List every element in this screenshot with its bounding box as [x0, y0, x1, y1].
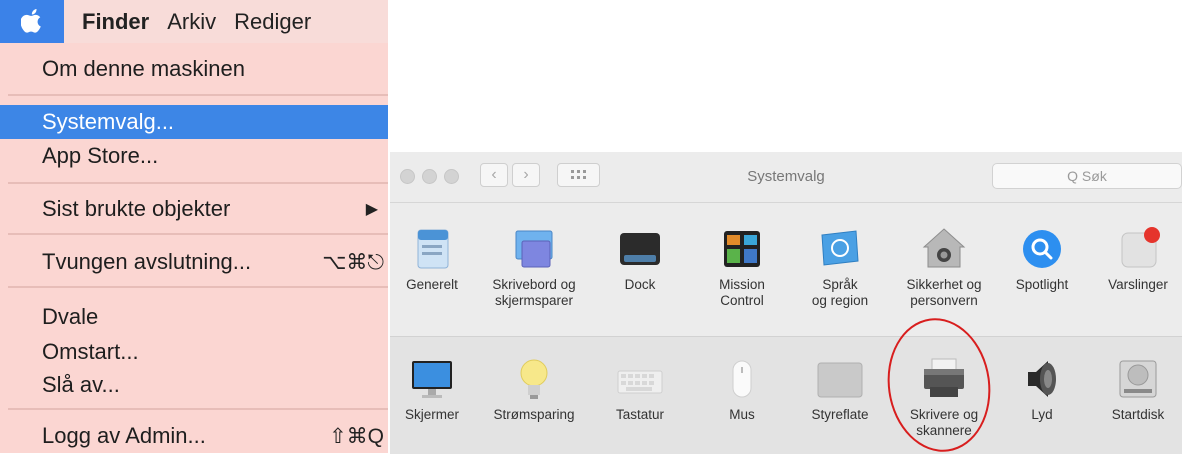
dock-icon [616, 227, 664, 271]
pref-energy-saver[interactable]: Strømsparing [490, 357, 578, 423]
chevron-right-icon: › [523, 166, 529, 183]
submenu-arrow-icon: ▶ [365, 201, 378, 218]
menu-separator [8, 94, 388, 96]
search-input[interactable]: Q Søk [992, 163, 1182, 189]
menu-item-label: Dvale [42, 304, 99, 329]
menu-separator [8, 233, 388, 235]
pref-label: Språk og region [811, 277, 869, 308]
pref-label: Mus [729, 407, 755, 422]
startup-disk-icon [1114, 357, 1162, 401]
notifications-icon [1114, 227, 1162, 271]
apple-menu: Om denne maskinen Systemvalg... App Stor… [0, 43, 388, 453]
menu-separator [8, 182, 388, 184]
pref-general[interactable]: Generelt [388, 227, 476, 293]
menu-item-label: App Store... [42, 143, 159, 168]
pref-label: Mission Control [719, 277, 765, 308]
apple-menu-button[interactable] [0, 0, 64, 43]
pref-label: Generelt [406, 277, 458, 292]
menu-item-restart[interactable]: Omstart... [0, 335, 388, 369]
close-window-button[interactable] [400, 169, 415, 184]
pref-label: Sikkerhet og personvern [906, 277, 982, 308]
pref-label: Lyd [1031, 407, 1053, 422]
pref-label: Skjermer [404, 407, 459, 422]
security-icon [920, 227, 968, 271]
menu-shortcut: ⇧⌘Q [329, 424, 384, 448]
desktop-icon [510, 227, 558, 271]
menu-item-label: Omstart... [42, 339, 139, 364]
pref-language-region[interactable]: Språk og region [796, 227, 884, 309]
menu-item-system-preferences[interactable]: Systemvalg... [0, 105, 388, 139]
system-preferences-window: ‹ › Systemvalg Q Søk Generelt Skrivebord… [390, 152, 1182, 454]
menu-item-force-quit[interactable]: Tvungen avslutning... ⌥⌘⎋ [0, 245, 388, 279]
pref-displays[interactable]: Skjermer [388, 357, 476, 423]
pref-desktop-screensaver[interactable]: Skrivebord og skjermsparer [490, 227, 578, 309]
general-icon [408, 227, 456, 271]
pref-label: Skrivere og skannere [909, 407, 979, 438]
menu-item-about[interactable]: Om denne maskinen [0, 52, 388, 86]
pref-sound[interactable]: Lyd [998, 357, 1086, 423]
pref-label: Styreflate [811, 407, 869, 422]
menu-item-label: Slå av... [42, 372, 120, 397]
pref-label: Startdisk [1111, 407, 1165, 422]
energy-saver-icon [510, 357, 558, 401]
menu-separator [8, 408, 388, 410]
menu-separator [8, 286, 388, 288]
pref-trackpad[interactable]: Styreflate [796, 357, 884, 423]
menubar-finder[interactable]: Finder [82, 9, 149, 35]
language-region-icon [816, 227, 864, 271]
pref-startup-disk[interactable]: Startdisk [1094, 357, 1182, 423]
pref-mouse[interactable]: Mus [698, 357, 786, 423]
menu-item-shut-down[interactable]: Slå av... [0, 368, 388, 402]
sound-icon [1018, 357, 1066, 401]
pref-label: Skrivebord og skjermsparer [492, 277, 576, 308]
pref-notifications[interactable]: Varslinger [1094, 227, 1182, 293]
pref-label: Tastatur [615, 407, 665, 422]
mouse-icon [718, 357, 766, 401]
menubar-arkiv[interactable]: Arkiv [167, 9, 216, 35]
pref-security-privacy[interactable]: Sikkerhet og personvern [900, 227, 988, 309]
forward-button[interactable]: › [512, 163, 540, 187]
pref-mission-control[interactable]: Mission Control [698, 227, 786, 309]
pref-label: Spotlight [1015, 277, 1069, 292]
show-all-button[interactable] [557, 163, 600, 187]
displays-icon [408, 357, 456, 401]
pref-keyboard[interactable]: Tastatur [596, 357, 684, 423]
pref-printers-scanners[interactable]: Skrivere og skannere [900, 357, 988, 439]
menu-item-log-out[interactable]: Logg av Admin... ⇧⌘Q [0, 419, 388, 453]
minimize-window-button[interactable] [422, 169, 437, 184]
apple-icon [21, 8, 41, 33]
pref-spotlight[interactable]: Spotlight [998, 227, 1086, 293]
back-button[interactable]: ‹ [480, 163, 508, 187]
keyboard-icon [616, 357, 664, 401]
menu-item-label: Systemvalg... [42, 109, 175, 134]
trackpad-icon [816, 357, 864, 401]
menu-shortcut: ⌥⌘⎋ [322, 250, 384, 274]
preferences-row-hardware: Skjermer Strømsparing Tastatur Mus Styre… [390, 336, 1182, 454]
mission-control-icon [718, 227, 766, 271]
pref-label: Strømsparing [493, 407, 575, 422]
chevron-left-icon: ‹ [491, 166, 497, 183]
menu-item-label: Tvungen avslutning... [42, 249, 252, 274]
menu-item-app-store[interactable]: App Store... [0, 139, 388, 173]
pref-label: Dock [624, 277, 656, 292]
menu-item-label: Sist brukte objekter [42, 196, 231, 221]
menu-item-recent-items[interactable]: Sist brukte objekter ▶ [0, 192, 388, 226]
zoom-window-button[interactable] [444, 169, 459, 184]
menu-bar: Finder Arkiv Rediger [0, 0, 388, 43]
pref-label: Varslinger [1108, 277, 1168, 292]
menu-item-label: Om denne maskinen [42, 56, 245, 81]
printer-icon [920, 357, 968, 401]
spotlight-icon [1018, 227, 1066, 271]
menu-item-sleep[interactable]: Dvale [0, 300, 388, 334]
menu-item-label: Logg av Admin... [42, 423, 206, 448]
menubar-rediger[interactable]: Rediger [234, 9, 311, 35]
pref-dock[interactable]: Dock [596, 227, 684, 293]
grid-icon [570, 170, 586, 179]
window-titlebar: ‹ › Systemvalg Q Søk [390, 152, 1182, 203]
preferences-row-personal: Generelt Skrivebord og skjermsparer Dock [390, 203, 1182, 335]
